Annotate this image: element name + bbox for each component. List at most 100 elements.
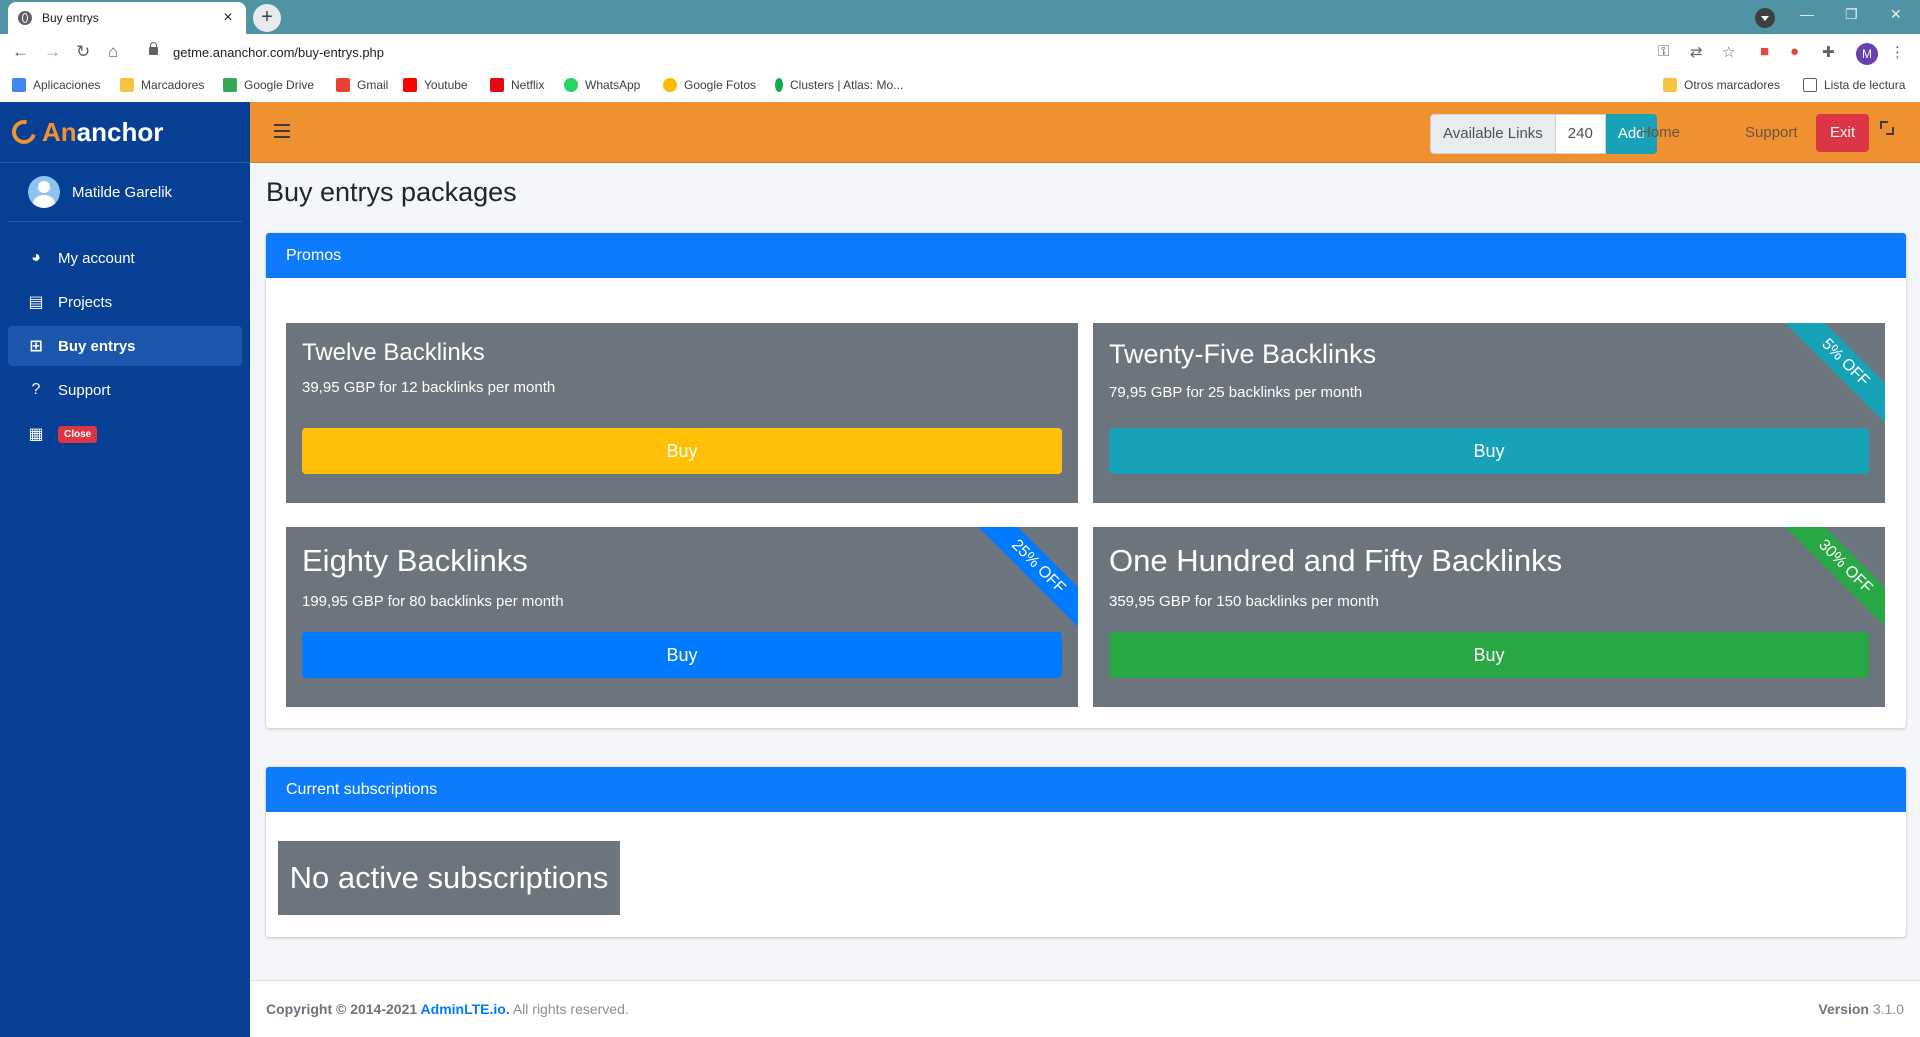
star-icon[interactable]: ☆ [1722,43,1735,61]
reload-icon[interactable]: ↻ [76,42,90,62]
mongodb-leaf-icon [775,78,783,92]
hamburger-icon[interactable] [274,124,290,138]
question-icon: ? [31,381,41,398]
key-icon[interactable]: ⚿ [1658,43,1669,60]
brand-logo[interactable]: An anchor [0,102,250,163]
bookmark-clusters-atlas[interactable]: Clusters | Atlas: Mo... [775,78,903,92]
reading-list[interactable]: Lista de lectura [1803,78,1905,92]
bookmark-apps[interactable]: Aplicaciones [12,78,100,92]
buy-button[interactable]: Buy [302,428,1062,474]
tab-close-icon[interactable]: × [220,9,236,27]
back-icon[interactable]: ← [12,42,29,62]
whatsapp-icon [564,78,578,92]
sidebar: An anchor Matilde Garelik ◕ My account ▤ … [0,102,250,1037]
package-card-eighty: Eighty Backlinks 199,95 GBP for 80 backl… [286,527,1078,707]
sidebar-item-close[interactable]: ▦ Close [8,414,242,454]
buy-button[interactable]: Buy [1109,632,1869,678]
bookmark-whatsapp[interactable]: WhatsApp [564,78,640,92]
bookmark-gmail[interactable]: Gmail [336,78,388,92]
fullscreen-icon[interactable] [1880,121,1894,135]
package-card-one-hundred-fifty: One Hundred and Fifty Backlinks 359,95 G… [1093,527,1885,707]
promos-card: Promos Twelve Backlinks 39,95 GBP for 12… [266,233,1906,728]
new-tab-button[interactable]: + [253,4,281,32]
exit-button[interactable]: Exit [1816,114,1870,152]
sidebar-menu: ◕ My account ▤ Projects ⊞ Buy entrys ? S… [0,238,250,454]
restore-icon[interactable]: ❐ [1845,6,1858,23]
profile-avatar[interactable]: M [1856,43,1878,65]
discount-ribbon: 5% OFF [1778,323,1885,430]
discount-ribbon: 30% OFF [1778,527,1885,634]
version-info: Version 3.1.0 [1818,1001,1904,1017]
version-number: 3.1.0 [1868,1001,1904,1017]
package-title: Twenty-Five Backlinks [1109,339,1377,369]
user-panel[interactable]: Matilde Garelik [8,163,242,222]
book-icon: ▤ [28,294,44,311]
bookmark-google-fotos[interactable]: Google Fotos [663,78,756,92]
buy-button[interactable]: Buy [1109,428,1869,474]
footer: Copyright © 2014-2021 AdminLTE.io. All r… [250,980,1920,1037]
user-name: Matilde Garelik [72,183,173,201]
sidebar-item-buy-entrys[interactable]: ⊞ Buy entrys [8,326,242,366]
rights-text: All rights reserved. [509,1001,629,1017]
omnibar: ← → ↻ ⌂ getme.ananchor.com/buy-entrys.ph… [0,34,1920,70]
sidebar-item-my-account[interactable]: ◕ My account [8,238,242,278]
th-grid-icon: ▦ [28,426,44,443]
puzzle-icon[interactable]: ✚ [1822,43,1835,61]
lock-icon [149,42,158,55]
copyright: Copyright © 2014-2021 AdminLTE.io. All r… [266,1001,629,1017]
chart-pie-icon: ◕ [31,249,41,266]
package-description: 199,95 GBP for 80 backlinks per month [302,593,564,610]
top-navbar: Available Links 240 Add Home Support Exi… [250,102,1920,163]
minimize-icon[interactable]: — [1800,6,1814,22]
browser-tab[interactable]: Buy entrys × [8,2,246,34]
translate-icon[interactable]: ⇄ [1690,43,1703,61]
nav-home-link[interactable]: Home [1640,124,1680,141]
package-card-twenty-five: Twenty-Five Backlinks 79,95 GBP for 25 b… [1093,323,1885,503]
brand-text-part1: An [42,116,77,147]
package-title: One Hundred and Fifty Backlinks [1109,543,1563,578]
reading-list-icon [1803,78,1817,92]
netflix-icon [490,78,504,92]
sidebar-item-projects[interactable]: ▤ Projects [8,282,242,322]
menu-dots-icon[interactable]: ⋮ [1890,43,1905,61]
adminlte-link[interactable]: AdminLTE.io. [421,1001,510,1017]
close-badge: Close [58,425,98,443]
url-text: getme.ananchor.com/buy-entrys.php [173,45,385,60]
page-title: Buy entrys packages [266,177,517,207]
sidebar-item-label: My account [58,249,135,267]
bookmark-marcadores[interactable]: Marcadores [120,78,204,92]
promos-header: Promos [266,233,1906,278]
sidebar-item-support[interactable]: ? Support [8,370,242,410]
package-card-twelve: Twelve Backlinks 39,95 GBP for 12 backli… [286,323,1078,503]
version-label: Version [1818,1001,1869,1017]
package-description: 39,95 GBP for 12 backlinks per month [302,379,556,396]
subscriptions-header: Current subscriptions [266,767,1906,812]
buy-button[interactable]: Buy [302,632,1062,678]
globe-icon [18,11,32,25]
browser-tab-bar: Buy entrys × + — ❐ ✕ [0,0,1920,34]
package-title: Twelve Backlinks [302,339,485,366]
bookmark-google-drive[interactable]: Google Drive [223,78,314,92]
window-close-icon[interactable]: ✕ [1890,6,1902,23]
nav-support-link[interactable]: Support [1745,124,1798,141]
sidebar-item-label: Support [58,381,111,399]
address-bar[interactable]: getme.ananchor.com/buy-entrys.php [141,42,1651,64]
tab-search-icon[interactable] [1755,8,1775,28]
youtube-icon [403,78,417,92]
bookmark-netflix[interactable]: Netflix [490,78,544,92]
home-icon[interactable]: ⌂ [108,42,118,62]
opera-icon[interactable]: ● [1790,43,1799,60]
apps-grid-icon [12,78,26,92]
extension-icon[interactable]: ■ [1760,43,1769,60]
bookmark-other[interactable]: Otros marcadores [1663,78,1780,92]
folder-icon [120,78,134,92]
package-title: Eighty Backlinks [302,543,528,578]
package-description: 79,95 GBP for 25 backlinks per month [1109,384,1363,401]
bookmark-youtube[interactable]: Youtube [403,78,468,92]
plus-square-icon: ⊞ [29,338,43,355]
forward-icon[interactable]: → [44,42,61,62]
google-photos-icon [663,78,677,92]
folder-icon [1663,78,1677,92]
google-drive-icon [223,78,237,92]
subscriptions-card: Current subscriptions No active subscrip… [266,767,1906,937]
